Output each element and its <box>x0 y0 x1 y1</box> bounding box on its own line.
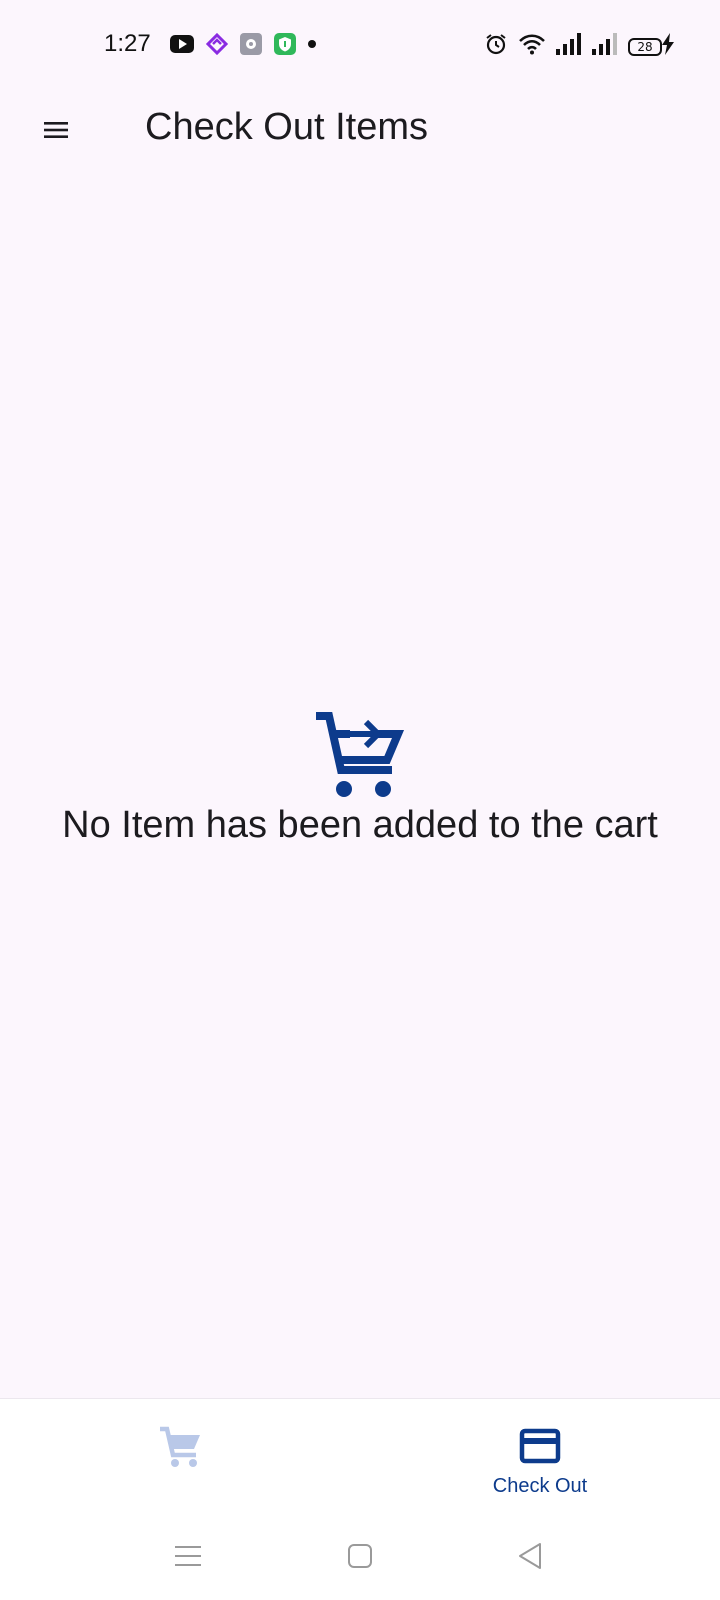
purple-app-icon <box>205 32 229 56</box>
alarm-icon <box>484 32 508 61</box>
app-bar: Check Out Items <box>0 90 720 170</box>
bottom-navigation: Check Out <box>0 1398 720 1510</box>
hamburger-menu-icon <box>44 122 68 138</box>
home-icon <box>348 1544 372 1568</box>
recent-apps-icon <box>175 1546 201 1566</box>
shopping-cart-icon <box>160 1426 200 1467</box>
battery-icon: 28 <box>628 37 662 56</box>
shield-app-icon <box>274 33 296 55</box>
page-title: Check Out Items <box>145 106 428 148</box>
nav-label-checkout: Check Out <box>492 1475 588 1497</box>
youtube-icon <box>170 35 194 53</box>
nav-item-cart[interactable] <box>0 1399 360 1511</box>
empty-state: No Item has been added to the cart <box>0 712 720 847</box>
screen: 1:27 28 Check Out Items No Item has been… <box>0 0 720 1600</box>
nav-item-checkout[interactable]: Check Out <box>360 1399 720 1511</box>
system-navigation-bar <box>0 1510 720 1600</box>
back-icon <box>519 1543 541 1569</box>
notification-icons <box>170 32 328 56</box>
system-icons: 28 <box>474 32 662 61</box>
recent-apps-button[interactable] <box>168 1536 208 1576</box>
status-time: 1:27 <box>104 30 151 57</box>
cart-arrow-icon <box>316 712 405 797</box>
back-button[interactable] <box>510 1536 550 1576</box>
menu-button[interactable] <box>30 104 82 156</box>
credit-card-icon <box>519 1428 561 1464</box>
wifi-icon <box>518 32 546 61</box>
signal-icon <box>556 33 582 60</box>
dot-icon <box>308 40 316 48</box>
empty-cart-message: No Item has been added to the cart <box>62 804 658 846</box>
settings-app-icon <box>240 33 262 55</box>
charging-icon <box>662 33 674 60</box>
status-bar: 1:27 28 <box>0 0 720 90</box>
signal-icon <box>592 33 618 60</box>
home-button[interactable] <box>340 1536 380 1576</box>
